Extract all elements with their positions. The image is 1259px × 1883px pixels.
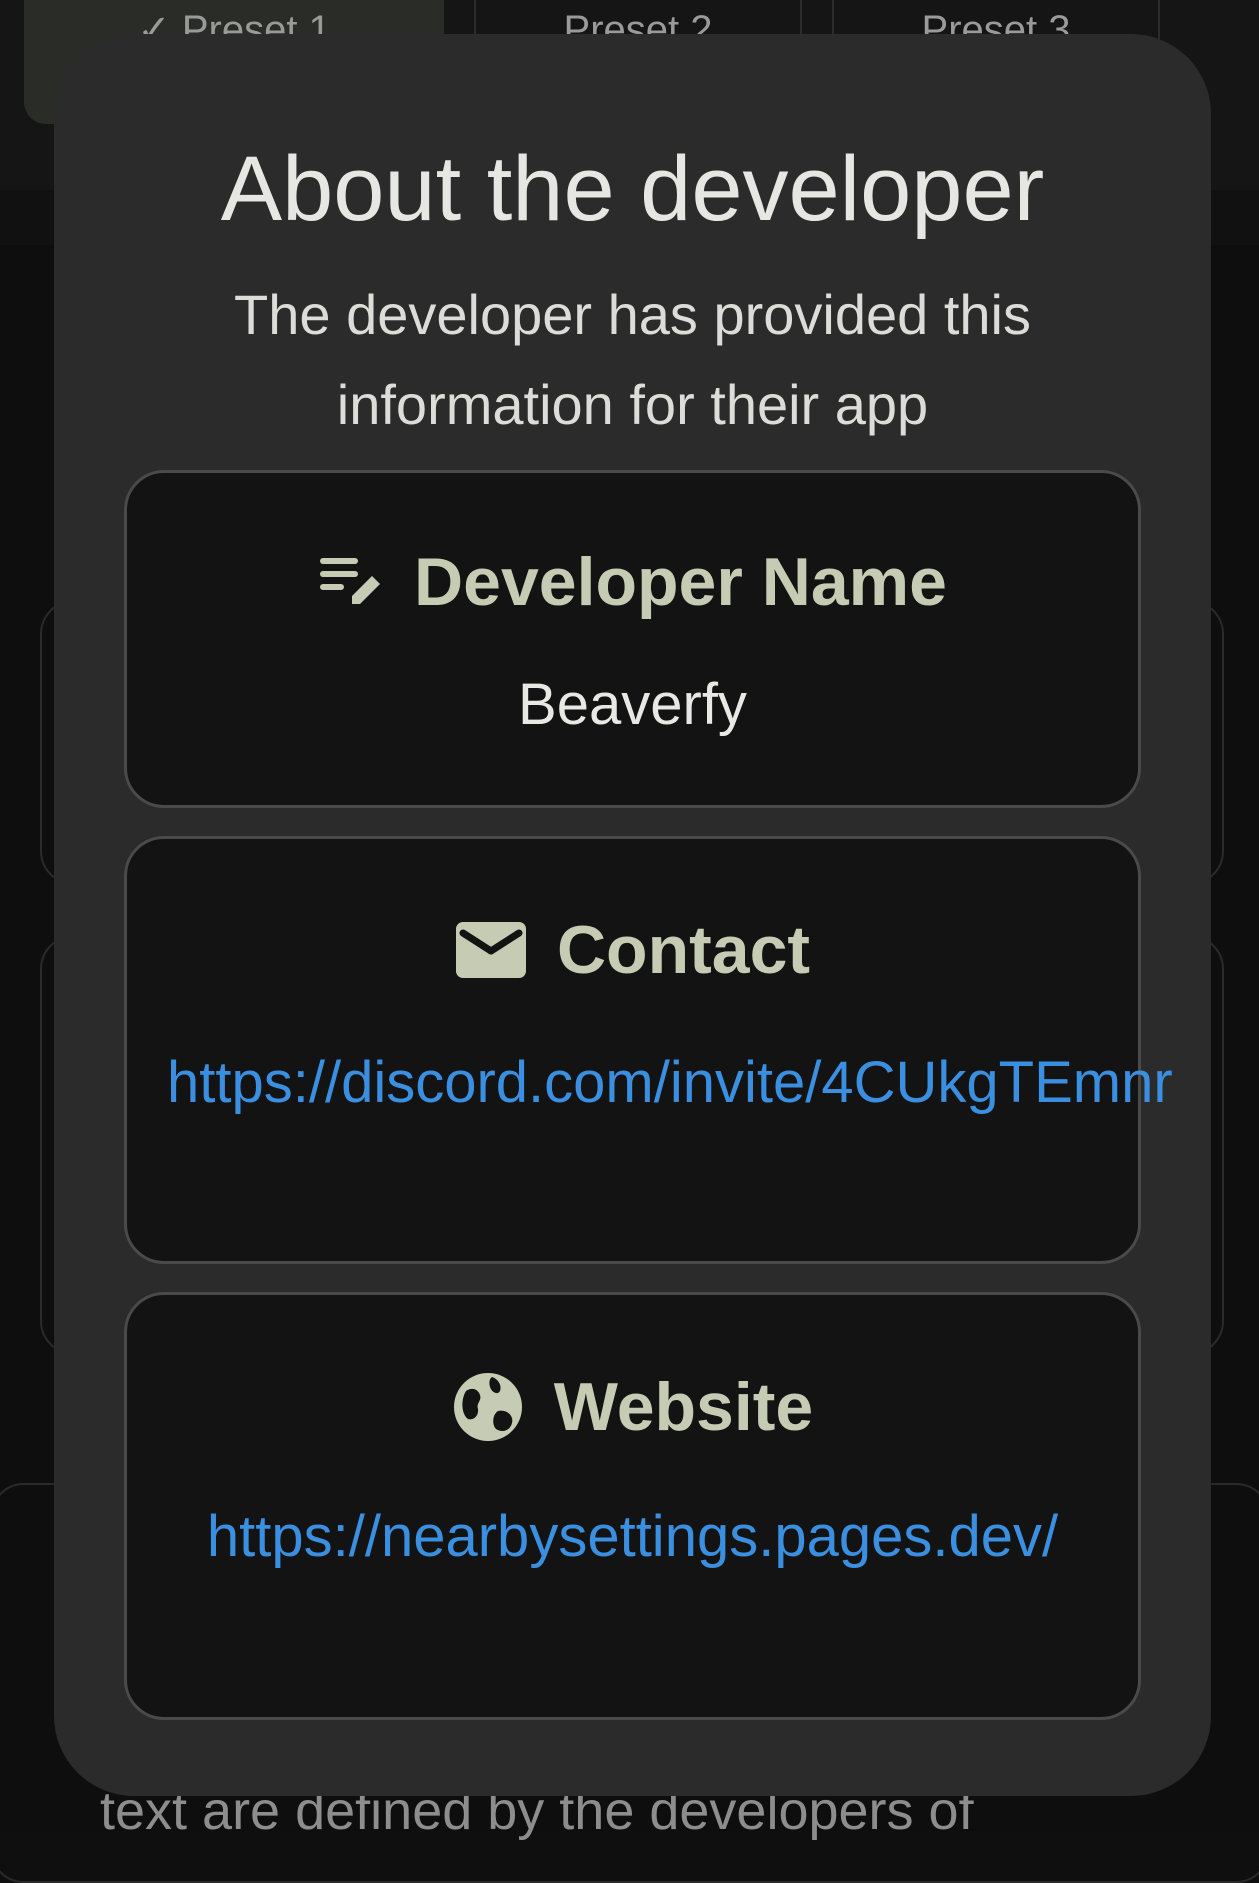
website-header: Website — [127, 1362, 1138, 1452]
contact-label: Contact — [556, 912, 811, 988]
dialog-subtitle: The developer has provided this informat… — [234, 283, 1031, 436]
developer-name-label: Developer Name — [414, 544, 947, 620]
dialog-title: About the developer — [220, 138, 1045, 240]
globe-icon — [452, 1371, 524, 1443]
mail-icon — [455, 921, 527, 979]
edit-note-icon — [318, 552, 384, 612]
contact-card: Contact https://discord.com/invite/4CUkg… — [124, 836, 1173, 1264]
developer-name-card: Developer Name Beaverfy — [124, 470, 1141, 808]
developer-name-value: Beaverfy — [518, 672, 747, 737]
website-link[interactable]: https://nearbysettings.pages.dev/ — [167, 1491, 1098, 1583]
website-card: Website https://nearbysettings.pages.dev… — [124, 1292, 1141, 1720]
contact-header: Contact — [127, 905, 1138, 995]
about-developer-dialog: About the developer The developer has pr… — [54, 34, 1211, 1796]
contact-link[interactable]: https://discord.com/invite/4CUkgTEmnr — [167, 1037, 1173, 1129]
developer-name-header: Developer Name — [127, 537, 1138, 627]
website-label: Website — [553, 1369, 814, 1445]
